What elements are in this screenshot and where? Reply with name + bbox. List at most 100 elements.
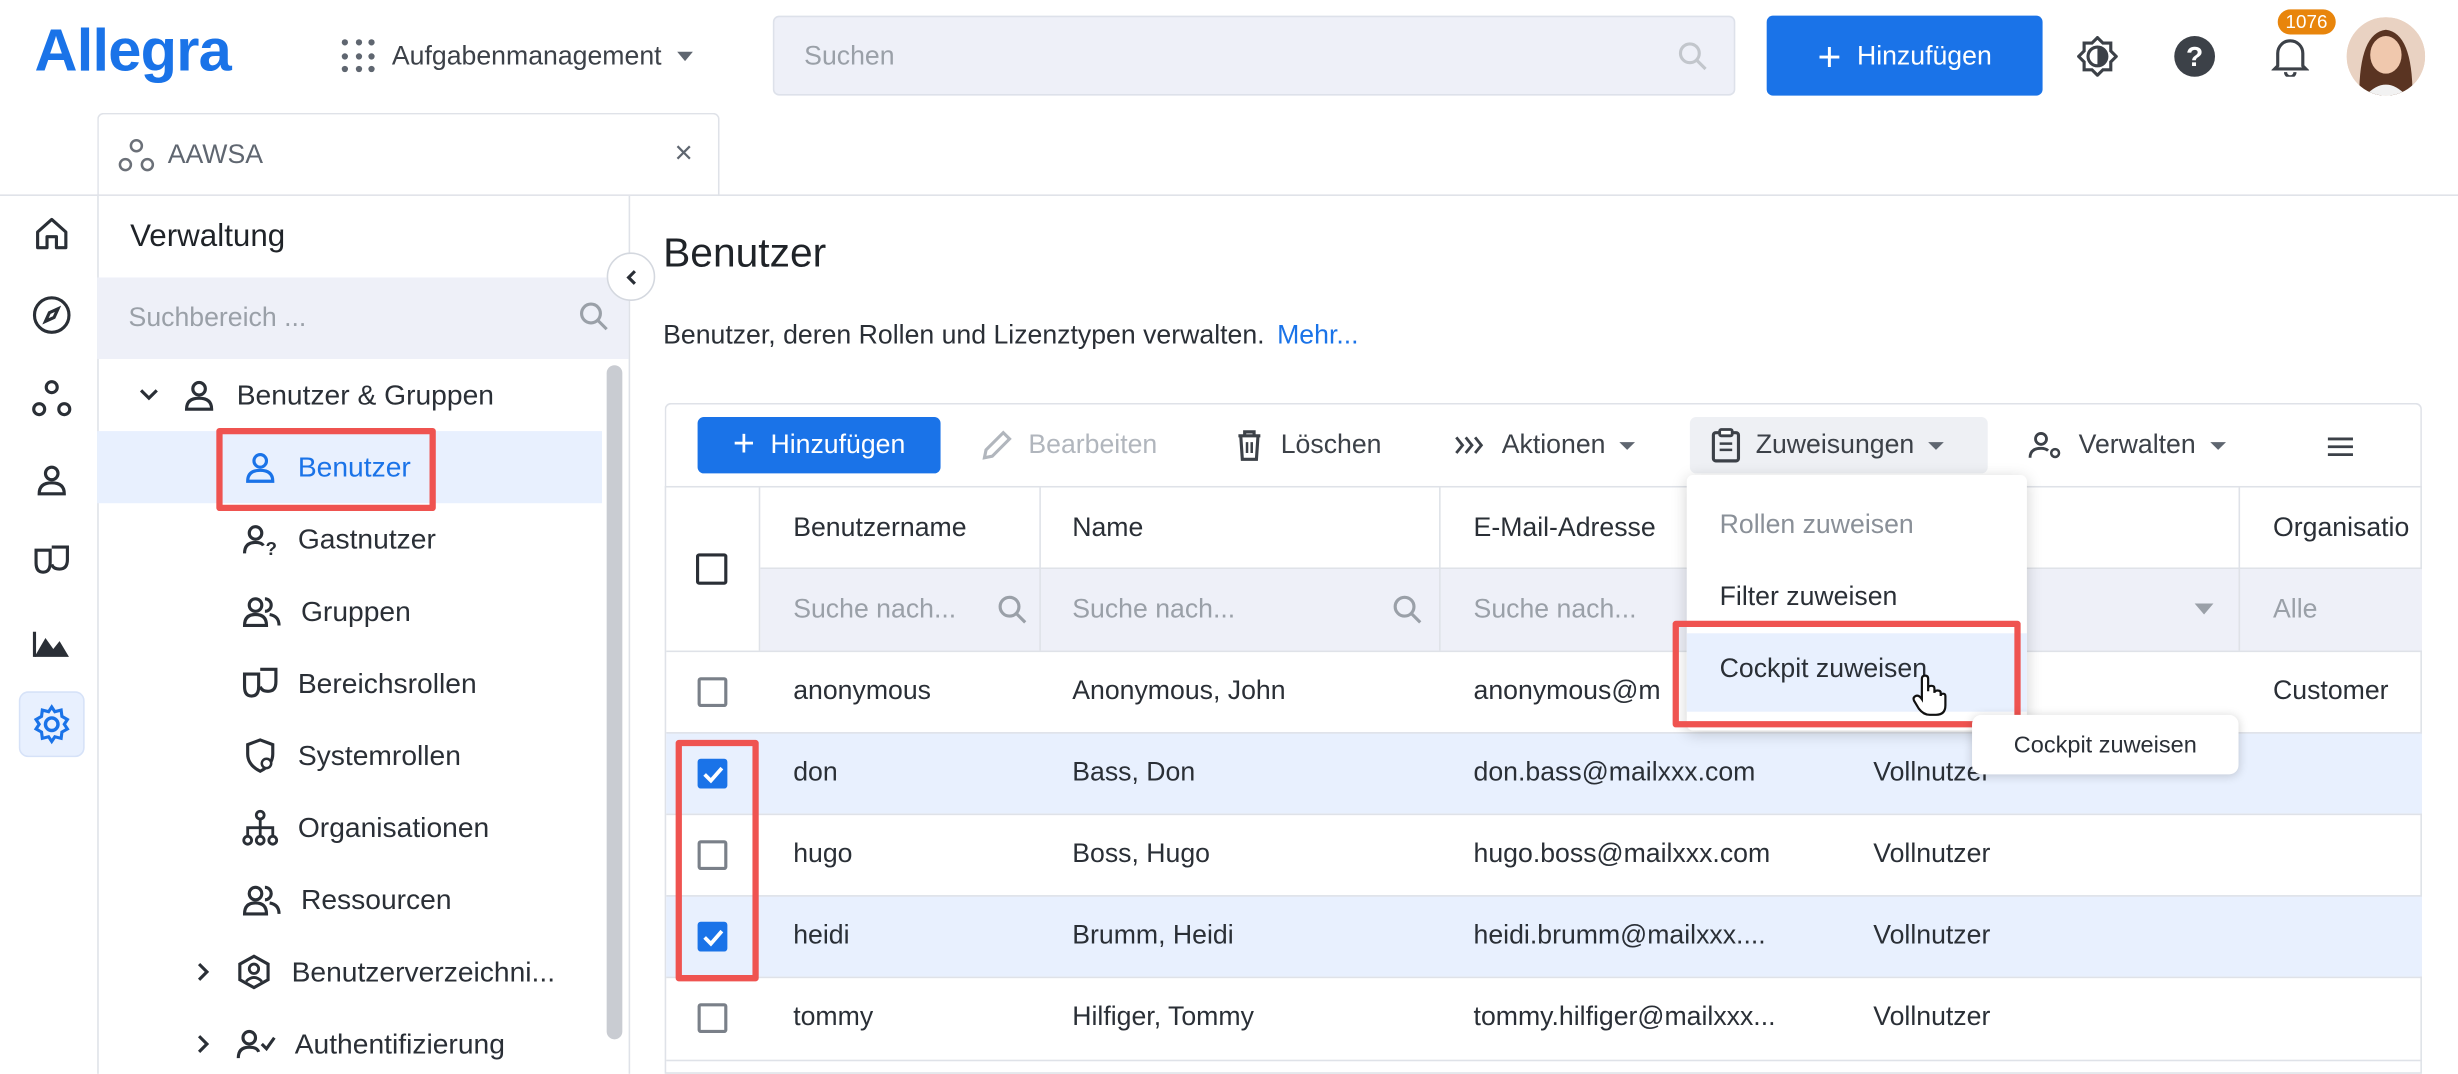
module-switcher[interactable]: Aufgabenmanagement	[341, 34, 693, 78]
more-link[interactable]: Mehr...	[1277, 320, 1358, 350]
sidebar-item-organisationen[interactable]: Organisationen	[241, 792, 489, 864]
cell-name: Anonymous, John	[1072, 675, 1286, 706]
search-icon	[998, 595, 1027, 624]
cell-email: don.bass@mailxxx.com	[1473, 757, 1756, 787]
column-header-organisation[interactable]: Organisatio	[2273, 488, 2409, 570]
notification-badge: 1076	[2277, 9, 2336, 35]
group-icon	[242, 597, 281, 628]
sidebar-item-gruppen[interactable]: Gruppen	[241, 575, 411, 647]
page-description: Benutzer, deren Rollen und Lizenztypen v…	[663, 320, 1358, 351]
menu-item-rollen-zuweisen[interactable]: Rollen zuweisen	[1720, 509, 1914, 540]
cell-email: anonymous@m	[1473, 675, 1661, 706]
row-checkbox[interactable]	[697, 677, 728, 707]
apps-grid-icon	[341, 39, 376, 73]
add-button[interactable]: + Hinzufügen	[1766, 15, 2043, 96]
hamburger-menu-icon[interactable]	[2320, 426, 2361, 467]
user-check-icon	[236, 1029, 276, 1059]
sidebar-item-benutzerverzeichnisse[interactable]: Benutzerverzeichni...	[191, 936, 555, 1008]
sidebar-item-bereichsrollen[interactable]: Bereichsrollen	[241, 647, 477, 719]
caret-down-icon	[1619, 441, 1636, 450]
add-user-label: Hinzufügen	[770, 429, 906, 460]
menu-item-filter-zuweisen[interactable]: Filter zuweisen	[1720, 582, 1898, 613]
module-label: Aufgabenmanagement	[391, 40, 662, 71]
cell-username: heidi	[793, 920, 850, 950]
chevron-down-icon	[677, 51, 693, 62]
add-user-button[interactable]: + Hinzufügen	[697, 416, 941, 474]
column-header-username[interactable]: Benutzername	[793, 488, 966, 570]
page-title: Benutzer	[663, 228, 827, 276]
clipboard-icon	[1711, 428, 1741, 463]
sidebar-item-label: Bereichsrollen	[297, 667, 477, 699]
filter-username-input[interactable]	[793, 594, 997, 626]
sidebar-item-label: Ressourcen	[300, 883, 452, 915]
theater-masks-icon[interactable]	[19, 528, 85, 594]
cell-email: heidi.brumm@mailxxx....	[1473, 920, 1766, 950]
tree-group-benutzer-gruppen[interactable]: Benutzer & Gruppen	[136, 359, 494, 431]
sidebar-item-label: Systemrollen	[297, 739, 461, 771]
sidebar-search-input[interactable]	[97, 277, 629, 359]
hexagon-user-icon	[238, 954, 270, 990]
sidebar-item-systemrollen[interactable]: Systemrollen	[241, 720, 461, 792]
global-search[interactable]	[772, 15, 1736, 96]
actions-label: Aktionen	[1501, 429, 1606, 460]
user-icon[interactable]	[19, 447, 85, 513]
filter-name-input[interactable]	[1072, 594, 1393, 626]
tooltip: Cockpit zuweisen	[1972, 714, 2239, 775]
masks-icon	[242, 667, 278, 698]
bell-icon[interactable]	[2265, 31, 2315, 81]
sidebar-title: Verwaltung	[130, 219, 286, 254]
assignments-dropdown[interactable]: Zuweisungen	[1710, 417, 1945, 473]
sidebar-scrollbar[interactable]	[606, 365, 623, 1040]
compass-icon[interactable]	[19, 282, 85, 348]
theme-toggle-icon[interactable]	[2072, 31, 2122, 81]
search-icon	[580, 302, 608, 331]
filter-organisation[interactable]	[2273, 569, 2415, 651]
sidebar-item-label: Organisationen	[297, 811, 490, 843]
home-icon[interactable]	[19, 201, 85, 267]
chevron-right-icon	[197, 962, 210, 981]
column-header-email[interactable]: E-Mail-Adresse	[1474, 488, 1656, 570]
sidebar-item-label: Gastnutzer	[297, 522, 436, 555]
row-checkbox[interactable]	[697, 1003, 728, 1034]
assignments-label: Zuweisungen	[1755, 429, 1915, 460]
close-icon[interactable]: ×	[675, 136, 693, 172]
sidebar-search[interactable]	[97, 277, 629, 359]
global-search-input[interactable]	[774, 17, 1734, 95]
tab-label: AAWSA	[167, 139, 264, 170]
filter-organisation-input[interactable]	[2273, 594, 2415, 626]
search-icon	[1678, 42, 1707, 71]
delete-button[interactable]: Löschen	[1232, 417, 1381, 473]
column-header-name[interactable]: Name	[1072, 488, 1143, 570]
select-all-checkbox[interactable]	[696, 553, 728, 585]
cell-username: hugo	[793, 838, 853, 869]
landscape-icon[interactable]	[19, 610, 85, 676]
caret-down-icon[interactable]	[2194, 603, 2214, 615]
svg-text:?: ?	[2186, 40, 2203, 72]
collapse-sidebar-button[interactable]	[606, 252, 656, 301]
sidebar-item-gastnutzer[interactable]: ? Gastnutzer	[241, 503, 436, 575]
filter-email-input[interactable]	[1473, 594, 1678, 626]
gear-icon[interactable]	[18, 691, 85, 758]
app-logo[interactable]: Allegra	[34, 19, 231, 86]
edit-button[interactable]: Bearbeiten	[980, 417, 1157, 473]
filter-name[interactable]	[1072, 569, 1423, 651]
cell-username: tommy	[793, 1001, 874, 1032]
cell-license: Vollnutzer	[1873, 920, 1991, 950]
cell-email: tommy.hilfiger@mailxxx...	[1473, 1001, 1776, 1032]
cell-name: Bass, Don	[1072, 757, 1196, 787]
filter-username[interactable]	[793, 569, 1028, 651]
sidebar-item-benutzer[interactable]: Benutzer	[241, 431, 411, 503]
sidebar-item-label: Benutzer	[297, 450, 411, 483]
manage-dropdown[interactable]: Verwalten	[2027, 417, 2226, 473]
filter-email[interactable]	[1473, 569, 1678, 651]
tab-aawsa[interactable]: AAWSA ×	[97, 112, 720, 196]
sidebar-item-label: Gruppen	[300, 594, 411, 627]
actions-dropdown[interactable]: Aktionen	[1453, 417, 1636, 473]
help-icon[interactable]: ?	[2170, 31, 2220, 81]
chevron-down-icon	[139, 389, 158, 401]
sidebar-item-authentifizierung[interactable]: Authentifizierung	[191, 1008, 505, 1074]
sidebar-item-ressourcen[interactable]: Ressourcen	[241, 864, 452, 936]
avatar[interactable]	[2346, 17, 2426, 96]
cell-name: Brumm, Heidi	[1072, 920, 1234, 950]
network-icon[interactable]	[19, 365, 85, 431]
